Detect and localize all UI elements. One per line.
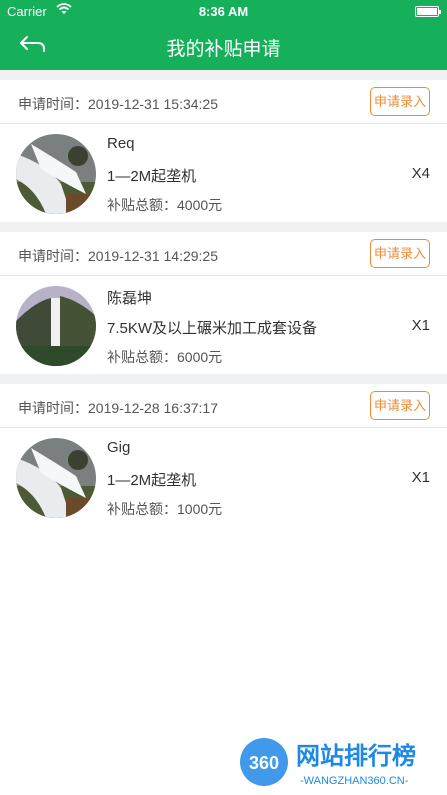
divider [0, 222, 447, 232]
watermark-badge: 360 [249, 753, 279, 773]
apply-entry-button[interactable]: 申请录入 [369, 391, 430, 420]
watermark-url: -WANGZHAN360.CN- [300, 775, 409, 787]
quantity: X1 [411, 469, 430, 486]
subsidy-total: 补贴总额：4000元 [107, 197, 223, 213]
status-bar: Carrier 8:36 AM [0, 0, 447, 22]
applicant-photo [16, 134, 96, 214]
subsidy-total: 补贴总额：1000元 [107, 501, 223, 517]
applicant-photo [16, 286, 96, 366]
card-header: 申请时间：2019-12-31 14:29:25 申请录入 [0, 232, 447, 276]
application-card: 申请时间：2019-12-31 14:29:25 申请录入 陈磊坤 7.5KW及… [0, 232, 447, 374]
battery-icon [415, 6, 441, 17]
applicant-name: Req [107, 135, 135, 152]
application-time: 申请时间：2019-12-31 15:34:25 [18, 96, 218, 112]
card-body[interactable]: Gig 1—2M起垄机 补贴总额：1000元 X1 [0, 428, 447, 526]
product-name: 1—2M起垄机 [107, 168, 197, 185]
product-name: 7.5KW及以上碾米加工成套设备 [107, 320, 318, 337]
divider [0, 70, 447, 80]
subsidy-total: 补贴总额：6000元 [107, 349, 223, 365]
card-body[interactable]: Req 1—2M起垄机 补贴总额：4000元 X4 [0, 124, 447, 222]
application-card: 申请时间：2019-12-28 16:37:17 申请录入 Gig 1—2M起垄… [0, 384, 447, 526]
clock: 8:36 AM [198, 4, 249, 19]
card-body[interactable]: 陈磊坤 7.5KW及以上碾米加工成套设备 补贴总额：6000元 X1 [0, 276, 447, 374]
applicant-name: Gig [107, 439, 131, 456]
card-header: 申请时间：2019-12-31 15:34:25 申请录入 [0, 80, 447, 124]
application-list: 申请时间：2019-12-31 15:34:25 申请录入 Req 1—2M起垄… [0, 70, 447, 526]
navigation-bar: 我的补贴申请 [0, 22, 447, 70]
quantity: X4 [411, 165, 430, 182]
application-time: 申请时间：2019-12-31 14:29:25 [18, 248, 218, 264]
watermark-logo: 360 网站排行榜 -WANGZHAN360.CN- [240, 738, 416, 787]
divider [0, 374, 447, 384]
applicant-name: 陈磊坤 [107, 290, 153, 307]
watermark-title: 网站排行榜 [296, 742, 416, 770]
quantity: X1 [411, 317, 430, 334]
apply-entry-button[interactable]: 申请录入 [369, 87, 430, 116]
app-header: Carrier 8:36 AM 我的补贴申请 [0, 0, 447, 70]
card-header: 申请时间：2019-12-28 16:37:17 申请录入 [0, 384, 447, 428]
product-name: 1—2M起垄机 [107, 472, 197, 489]
apply-entry-button[interactable]: 申请录入 [369, 239, 430, 268]
page-title: 我的补贴申请 [166, 39, 281, 60]
application-card: 申请时间：2019-12-31 15:34:25 申请录入 Req 1—2M起垄… [0, 80, 447, 222]
applicant-photo [16, 438, 96, 518]
application-time: 申请时间：2019-12-28 16:37:17 [18, 400, 218, 416]
